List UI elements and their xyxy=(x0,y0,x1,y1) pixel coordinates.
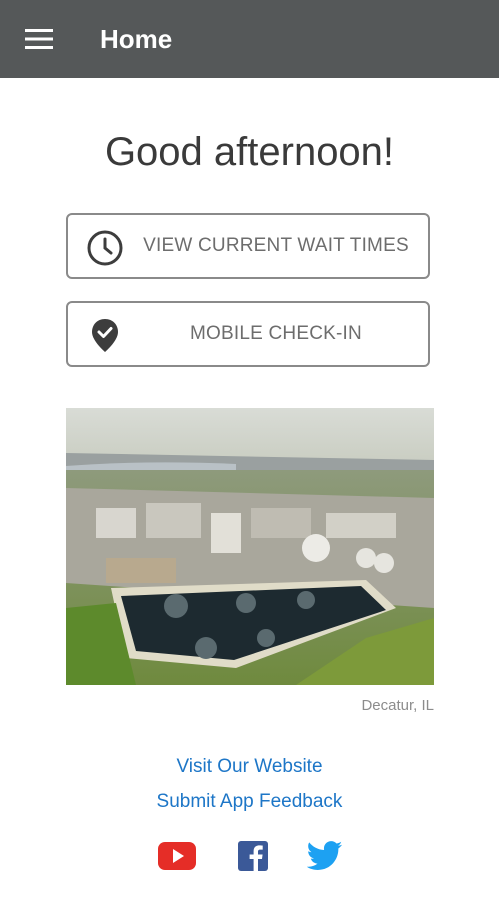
view-wait-times-label: VIEW CURRENT WAIT TIMES xyxy=(143,235,409,256)
visit-website-link-row: Visit Our Website xyxy=(0,756,499,778)
mobile-check-in-button[interactable]: MOBILE CHECK-IN xyxy=(66,301,430,367)
page-title: Home xyxy=(100,24,173,54)
facebook-button[interactable] xyxy=(232,838,274,874)
location-check-icon xyxy=(86,317,124,355)
menu-button[interactable] xyxy=(22,25,56,53)
facebook-icon xyxy=(238,841,268,871)
clock-icon xyxy=(86,229,124,267)
youtube-icon xyxy=(158,842,196,870)
twitter-button[interactable] xyxy=(304,838,346,874)
app-bar: Home xyxy=(0,0,499,78)
greeting-text: Good afternoon! xyxy=(104,130,395,174)
decatur-plant-photo xyxy=(66,408,434,685)
view-wait-times-button[interactable]: VIEW CURRENT WAIT TIMES xyxy=(66,213,430,279)
photo-caption: Decatur, IL xyxy=(361,697,434,714)
submit-feedback-link-row: Submit App Feedback xyxy=(0,791,499,813)
youtube-button[interactable] xyxy=(156,838,198,874)
mobile-check-in-label: MOBILE CHECK-IN xyxy=(190,323,362,344)
visit-website-link[interactable]: Visit Our Website xyxy=(176,756,322,777)
submit-feedback-link[interactable]: Submit App Feedback xyxy=(157,791,343,812)
twitter-icon xyxy=(307,841,343,870)
hamburger-menu-icon xyxy=(25,29,53,49)
